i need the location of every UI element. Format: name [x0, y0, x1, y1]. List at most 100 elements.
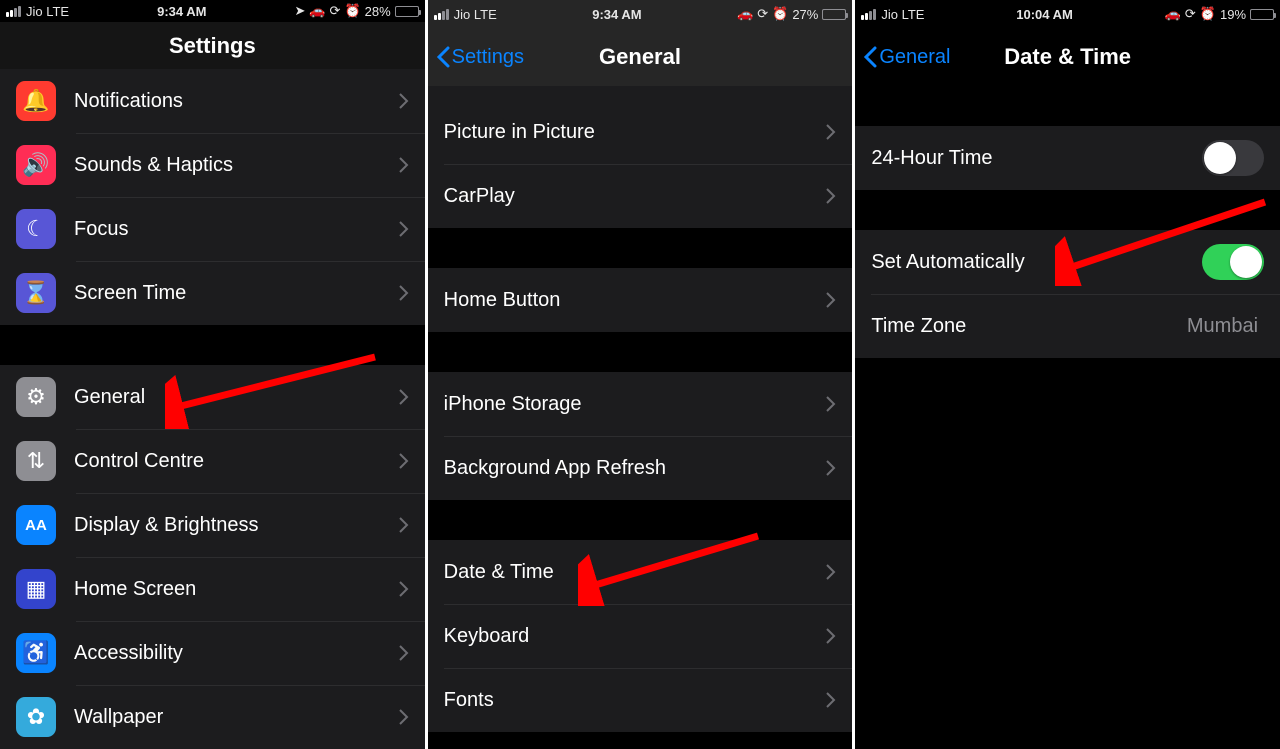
row-label: 24-Hour Time: [871, 147, 1202, 170]
row-focus[interactable]: ☾ Focus: [0, 197, 425, 261]
chevron-right-icon: [399, 645, 409, 661]
moon-icon: ☾: [16, 209, 56, 249]
row-label: Background App Refresh: [444, 457, 827, 480]
row-display-brightness[interactable]: AA Display & Brightness: [0, 493, 425, 557]
row-label: Home Button: [444, 289, 827, 312]
row-picture-in-picture[interactable]: Picture in Picture: [428, 100, 853, 164]
back-button[interactable]: General: [863, 46, 950, 69]
chevron-right-icon: [399, 93, 409, 109]
back-button[interactable]: Settings: [436, 46, 524, 69]
chevron-right-icon: [826, 692, 836, 708]
rotation-lock-icon: ⟳: [1185, 6, 1196, 22]
signal-icon: [6, 6, 21, 17]
row-general[interactable]: ⚙ General: [0, 365, 425, 429]
back-label: General: [879, 46, 950, 69]
chevron-right-icon: [826, 188, 836, 204]
row-iphone-storage[interactable]: iPhone Storage: [428, 372, 853, 436]
phone-settings: Jio LTE 9:34 AM ➤ 🚗 ⟳ ⏰ 28% Settings 🔔 N…: [0, 0, 425, 749]
row-label: Wallpaper: [74, 706, 399, 729]
row-label: Set Automatically: [871, 251, 1202, 274]
row-screen-time[interactable]: ⌛ Screen Time: [0, 261, 425, 325]
carrier-label: Jio LTE: [26, 4, 69, 19]
toggle-set-automatically[interactable]: [1202, 244, 1264, 280]
status-time: 10:04 AM: [924, 7, 1164, 22]
row-sounds-haptics[interactable]: 🔊 Sounds & Haptics: [0, 133, 425, 197]
row-control-centre[interactable]: ⇅ Control Centre: [0, 429, 425, 493]
row-fonts[interactable]: Fonts: [428, 668, 853, 732]
chevron-right-icon: [399, 285, 409, 301]
toggle-24-hour[interactable]: [1202, 140, 1264, 176]
group-gap: [428, 86, 853, 100]
back-label: Settings: [452, 46, 524, 69]
battery-pct: 28%: [365, 4, 391, 19]
page-title: Settings: [169, 33, 256, 59]
row-label: Focus: [74, 218, 399, 241]
chevron-right-icon: [399, 453, 409, 469]
row-label: Date & Time: [444, 561, 827, 584]
alarm-icon: ⏰: [772, 6, 788, 22]
row-time-zone[interactable]: Time Zone Mumbai: [855, 294, 1280, 358]
switches-icon: ⇅: [16, 441, 56, 481]
status-time: 9:34 AM: [497, 7, 737, 22]
battery-icon: [395, 6, 419, 17]
row-label: Display & Brightness: [74, 514, 399, 537]
car-icon: 🚗: [309, 3, 325, 19]
signal-icon: [861, 9, 876, 20]
alarm-icon: ⏰: [344, 3, 360, 19]
rotation-lock-icon: ⟳: [330, 3, 341, 19]
chevron-right-icon: [399, 709, 409, 725]
row-label: Picture in Picture: [444, 121, 827, 144]
header-bar: Settings: [0, 22, 425, 69]
row-label: Home Screen: [74, 578, 399, 601]
chevron-right-icon: [399, 221, 409, 237]
row-label: Time Zone: [871, 315, 1187, 338]
flower-icon: ✿: [16, 697, 56, 737]
row-home-screen[interactable]: ▦ Home Screen: [0, 557, 425, 621]
bell-icon: 🔔: [16, 81, 56, 121]
chevron-right-icon: [399, 389, 409, 405]
row-keyboard[interactable]: Keyboard: [428, 604, 853, 668]
signal-icon: [434, 9, 449, 20]
status-bar: Jio LTE 9:34 AM ➤ 🚗 ⟳ ⏰ 28%: [0, 0, 425, 22]
row-label: Control Centre: [74, 450, 399, 473]
phone-date-time: Jio LTE 10:04 AM 🚗 ⟳ ⏰ 19% General Date …: [852, 0, 1280, 749]
row-home-button[interactable]: Home Button: [428, 268, 853, 332]
gear-icon: ⚙: [16, 377, 56, 417]
car-icon: 🚗: [1165, 6, 1181, 22]
group-gap: [428, 500, 853, 540]
car-icon: 🚗: [737, 6, 753, 22]
accessibility-icon: ♿: [16, 633, 56, 673]
battery-pct: 19%: [1220, 7, 1246, 22]
location-icon: ➤: [294, 3, 305, 19]
row-label: General: [74, 386, 399, 409]
row-label: Fonts: [444, 689, 827, 712]
chevron-right-icon: [399, 157, 409, 173]
row-label: iPhone Storage: [444, 393, 827, 416]
chevron-right-icon: [826, 460, 836, 476]
row-label: Screen Time: [74, 282, 399, 305]
row-label: Sounds & Haptics: [74, 154, 399, 177]
phone-general: Jio LTE 9:34 AM 🚗 ⟳ ⏰ 27% Settings Gener…: [425, 0, 853, 749]
row-notifications[interactable]: 🔔 Notifications: [0, 69, 425, 133]
row-value: Mumbai: [1187, 315, 1258, 338]
chevron-right-icon: [826, 396, 836, 412]
row-background-app-refresh[interactable]: Background App Refresh: [428, 436, 853, 500]
row-date-time[interactable]: Date & Time: [428, 540, 853, 604]
row-label: Accessibility: [74, 642, 399, 665]
chevron-right-icon: [826, 628, 836, 644]
status-bar: Jio LTE 10:04 AM 🚗 ⟳ ⏰ 19%: [855, 0, 1280, 28]
row-wallpaper[interactable]: ✿ Wallpaper: [0, 685, 425, 749]
row-24-hour-time[interactable]: 24-Hour Time: [855, 126, 1280, 190]
header-bar: General Date & Time: [855, 28, 1280, 86]
chevron-right-icon: [826, 124, 836, 140]
chevron-right-icon: [399, 581, 409, 597]
row-accessibility[interactable]: ♿ Accessibility: [0, 621, 425, 685]
status-time: 9:34 AM: [69, 4, 294, 19]
group-gap: [855, 190, 1280, 230]
row-set-automatically[interactable]: Set Automatically: [855, 230, 1280, 294]
chevron-right-icon: [826, 564, 836, 580]
row-label: Keyboard: [444, 625, 827, 648]
row-carplay[interactable]: CarPlay: [428, 164, 853, 228]
page-title: General: [599, 44, 681, 70]
group-gap: [0, 325, 425, 365]
